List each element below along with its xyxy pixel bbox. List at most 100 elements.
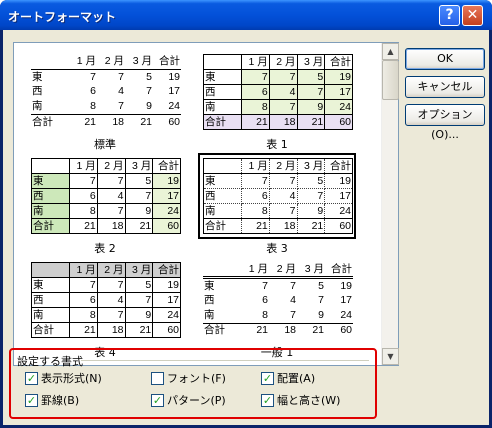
scroll-up-arrow-icon[interactable]: ▲ — [382, 43, 399, 60]
scroll-down-arrow-icon[interactable]: ▼ — [382, 348, 399, 365]
sample-cell: 5 — [124, 277, 154, 293]
sample-cell: 7 — [290, 308, 296, 321]
sample-cell: 1 月 — [241, 54, 270, 70]
sample-cell: 東 — [32, 70, 43, 83]
sample-cell — [31, 158, 70, 174]
title-bar[interactable]: オートフォーマット ? ✕ — [0, 0, 492, 30]
sample-row: 1 月2 月3 月合計 — [203, 54, 353, 70]
sample-cell: 21 — [241, 218, 270, 234]
sample-cell: 7 — [241, 69, 270, 85]
sample-cell: 7 — [118, 70, 124, 83]
sample-cell: 7 — [69, 173, 98, 189]
sample-cell: 24 — [168, 100, 180, 113]
sample-cell: 8 — [69, 307, 98, 323]
format-sample-2[interactable]: 1 月2 月3 月合計東 7 7 5 19 西 6 4 7 17 南 8 7 9 24 合計 21 18 21 60 — [198, 49, 356, 135]
sample-cell: 2 月 — [96, 262, 126, 278]
sample-cell: 7 — [118, 100, 124, 113]
sample-cell: 7 — [296, 84, 326, 100]
options-button[interactable]: オプション(O)... — [405, 104, 485, 141]
sample-cell: 18 — [96, 322, 126, 338]
empty-checkbox-icon[interactable] — [151, 371, 164, 385]
sample-cell: 4 — [118, 85, 124, 98]
sample-cell: 合計 — [203, 114, 242, 130]
sample-cell: 19 — [324, 69, 353, 85]
sample-row: 合計 21 18 21 60 — [31, 114, 181, 130]
format-sample-6[interactable]: 1 月2 月3 月合計東 7 7 5 19 西 6 4 7 17 南 8 7 9 24 合計 21 18 21 60 — [198, 257, 356, 343]
sample-cell: 合計 — [152, 262, 181, 278]
format-gallery[interactable]: 1 月2 月3 月合計東 7 7 5 19 西 6 4 7 17 南 8 7 9 24 合計 21 18 21 60 標… — [13, 42, 399, 366]
sample-cell: 南 — [204, 308, 215, 321]
sample-cell: 7 — [290, 279, 296, 292]
apply-checkbox-3[interactable]: ✓ 配置(A) — [261, 370, 315, 386]
checkmark-icon[interactable]: ✓ — [25, 371, 38, 385]
sample-cell: 21 — [241, 322, 269, 338]
sample-row: 1 月2 月3 月合計 — [203, 262, 353, 280]
close-button[interactable]: ✕ — [462, 5, 483, 26]
sample-row: 東 7 7 5 19 — [203, 173, 353, 189]
checkmark-icon[interactable]: ✓ — [151, 393, 164, 407]
help-button[interactable]: ? — [439, 5, 460, 26]
sample-cell: 2 月 — [97, 54, 125, 70]
scroll-thumb[interactable] — [382, 60, 399, 100]
sample-row: 1 月2 月3 月合計 — [31, 262, 181, 278]
sample-cell: 9 — [124, 203, 154, 219]
checkmark-icon[interactable]: ✓ — [25, 393, 38, 407]
sample-cell: 南 — [32, 100, 43, 113]
sample-cell: 7 — [124, 292, 154, 308]
sample-cell — [203, 158, 242, 174]
apply-checkbox-5[interactable]: ✓ パターン(P) — [151, 392, 226, 408]
checkbox-label: フォント(F) — [167, 372, 226, 385]
checkmark-icon[interactable]: ✓ — [261, 371, 274, 385]
sample-row: 西 6 4 7 17 — [31, 188, 181, 204]
apply-checkbox-4[interactable]: ✓ 罫線(B) — [25, 392, 79, 408]
sample-cell: 2 月 — [96, 158, 126, 174]
apply-formats-title: 設定する書式 — [17, 355, 83, 368]
sample-cell: 60 — [153, 114, 181, 130]
sample-cell: 21 — [296, 218, 326, 234]
sample-cell: 8 — [241, 203, 270, 219]
format-sample-5[interactable]: 1 月2 月3 月合計東 7 7 5 19 西 6 4 7 17 南 8 7 9 24 合計 21 18 21 60 — [26, 257, 184, 343]
sample-caption: 表 3 — [266, 242, 288, 255]
checkbox-label: 幅と高さ(W) — [277, 394, 341, 407]
checkmark-icon[interactable]: ✓ — [261, 393, 274, 407]
sample-row: 東 7 7 5 19 — [31, 69, 181, 84]
sample-row: 西 6 4 7 17 — [31, 84, 181, 99]
sample-cell: 南 — [203, 203, 242, 219]
sample-cell — [31, 54, 69, 70]
sample-cell: 21 — [125, 114, 153, 130]
sample-cell — [31, 262, 70, 278]
sample-cell: 21 — [297, 322, 325, 338]
sample-cell: 1 月 — [241, 262, 269, 280]
dialog-window: オートフォーマット ? ✕ 1 月2 月3 月合計東 7 7 5 19 西 6 4 7 17 南 8 7… — [0, 0, 492, 428]
apply-checkbox-2[interactable]: フォント(F) — [151, 370, 226, 386]
format-sample-3[interactable]: 1 月2 月3 月合計東 7 7 5 19 西 6 4 7 17 南 8 7 9 24 合計 21 18 21 60 — [26, 153, 184, 239]
sample-row: 合計 21 18 21 60 — [203, 114, 353, 130]
sample-cell: 合計 — [324, 158, 353, 174]
sample-cell: 18 — [97, 114, 125, 130]
format-sample-4[interactable]: 1 月2 月3 月合計東 7 7 5 19 西 6 4 7 17 南 8 7 9 24 合計 21 18 21 60 — [198, 153, 356, 239]
sample-cell: 西 — [203, 84, 242, 100]
sample-cell: 9 — [146, 100, 152, 113]
group-divider — [81, 360, 369, 361]
sample-cell: 4 — [290, 294, 296, 307]
cancel-button[interactable]: キャンセル — [405, 76, 485, 98]
sample-cell: 5 — [146, 70, 152, 83]
sample-cell: 合計 — [153, 54, 181, 70]
sample-row: 東 7 7 5 19 — [203, 278, 353, 294]
gallery-scrollbar[interactable]: ▲ ▼ — [381, 43, 399, 365]
checkbox-label: 表示形式(N) — [41, 372, 102, 385]
sample-cell: 1 月 — [69, 158, 98, 174]
sample-row: 1 月2 月3 月合計 — [31, 54, 181, 70]
sample-cell: 7 — [96, 277, 126, 293]
sample-cell: 5 — [296, 69, 326, 85]
sample-cell: 合計 — [203, 218, 242, 234]
sample-cell: 東 — [31, 277, 70, 293]
sample-cell: 南 — [31, 203, 70, 219]
ok-button[interactable]: OK — [405, 48, 485, 70]
sample-cell: 21 — [124, 218, 154, 234]
sample-cell: 7 — [268, 99, 298, 115]
apply-checkbox-6[interactable]: ✓ 幅と高さ(W) — [261, 392, 340, 408]
format-sample-1[interactable]: 1 月2 月3 月合計東 7 7 5 19 西 6 4 7 17 南 8 7 9 24 合計 21 18 21 60 — [26, 49, 184, 135]
sample-cell: 18 — [268, 218, 298, 234]
apply-checkbox-1[interactable]: ✓ 表示形式(N) — [25, 370, 102, 386]
